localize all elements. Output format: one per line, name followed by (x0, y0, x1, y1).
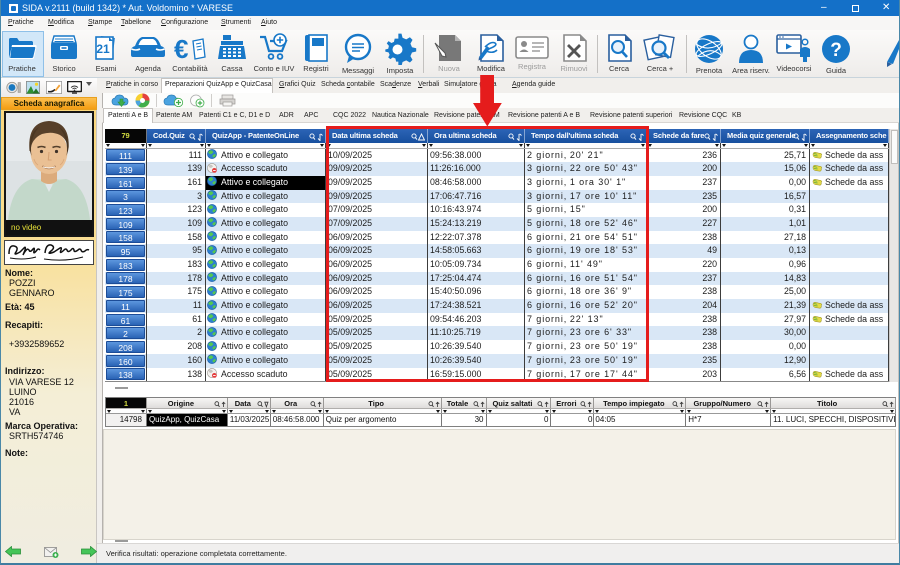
svg-text:€: € (174, 34, 188, 63)
svg-text:21: 21 (96, 42, 110, 56)
svg-text:?: ? (830, 40, 842, 61)
